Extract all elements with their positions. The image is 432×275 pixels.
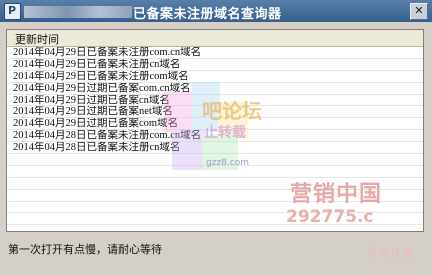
column-header-update-time[interactable]: 更新时间 — [15, 31, 59, 47]
watermark-text: 发布作者 — [366, 246, 415, 260]
close-button[interactable]: ✕ — [410, 3, 428, 20]
title-bar[interactable]: 已备案未注册域名查询器 ✕ — [0, 0, 432, 22]
watermark-text: 292775.c — [286, 207, 374, 227]
watermark-text: 营销中国 — [290, 182, 383, 207]
list-item[interactable]: 2014年04月29日已备案未注册com.cn域名 — [7, 47, 423, 59]
watermark-text: gzz8.com — [206, 158, 249, 168]
watermark-text: 止转载 — [204, 125, 246, 141]
app-icon — [4, 3, 21, 20]
list-item[interactable]: 2014年04月29日已备案未注册cn域名 — [7, 59, 423, 71]
status-text: 第一次打开有点慢，请耐心等待 — [8, 243, 162, 256]
title-redacted — [24, 6, 132, 18]
list-header[interactable]: 更新时间 — [7, 30, 423, 47]
watermark-text: 吧论坛 — [202, 99, 262, 123]
window-title: 已备案未注册域名查询器 — [133, 7, 282, 22]
